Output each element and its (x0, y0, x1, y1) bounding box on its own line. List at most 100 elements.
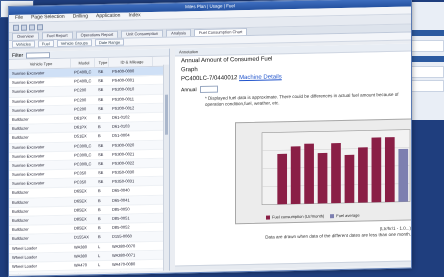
table-cell: D85EX (71, 215, 95, 224)
table-cell: D61-0103 (109, 122, 153, 131)
table-cell: Sunrise Excavator (9, 170, 71, 179)
tab-unit-consumption[interactable]: Unit Consumption (121, 30, 163, 38)
table-cell: D155AX (71, 234, 95, 243)
table-cell: PS300-0022 (109, 159, 153, 168)
table-cell: Sunrise Excavator (9, 151, 71, 160)
table-cell: D85-0050 (109, 205, 153, 214)
chart-pane-scrollbar[interactable] (175, 261, 411, 271)
forward-icon[interactable] (21, 24, 27, 30)
print-icon[interactable] (37, 24, 43, 30)
chart-bar (345, 155, 355, 203)
menu-item-file[interactable]: File (15, 15, 23, 22)
crumb-vehicles[interactable]: Vehicles (12, 40, 35, 47)
list-scrollbar[interactable] (163, 65, 169, 271)
chart-bar (385, 137, 395, 202)
table-cell: B (95, 132, 109, 140)
legend-label: Fuel average (336, 213, 359, 218)
table-cell: PC200 (71, 105, 95, 114)
table-cell: PS200-0012 (109, 104, 153, 113)
table-cell: SE (95, 178, 109, 186)
table-cell: SE (95, 160, 109, 168)
chart-footnote: (Ltr/hr/1 - 1.0...) Data are drawn when … (241, 226, 411, 242)
table-cell: L (95, 261, 109, 269)
table-cell: D65-0041 (109, 196, 153, 205)
tab-analysis[interactable]: Analysis (166, 29, 191, 37)
chart-bar (372, 137, 382, 202)
table-cell: Bulldozer (9, 188, 71, 197)
menu-item-application[interactable]: Application (96, 13, 120, 21)
table-cell: Bulldozer (9, 216, 71, 225)
table-cell: PC350 (71, 169, 95, 178)
table-cell: PC300LC (71, 160, 95, 169)
table-cell: Wheel Loader (9, 262, 71, 271)
tab-fuel-consumption-chart[interactable]: Fuel Consumption Chart (194, 28, 247, 36)
table-cell: D65-0040 (109, 186, 153, 195)
table-cell: PC200 (71, 87, 95, 96)
table-cell: D275-0090 (109, 269, 153, 274)
table-cell: SE (95, 95, 109, 103)
table-cell: Bulldozer (9, 234, 71, 243)
table-cell: SE (95, 77, 109, 85)
tab-operations-report[interactable]: Operations Report (76, 31, 119, 39)
table-cell: Sunrise Excavator (9, 142, 71, 151)
table-cell: D85EX (71, 206, 95, 215)
table-cell: Sunrise Excavator (9, 96, 71, 105)
table-cell: SE (95, 169, 109, 177)
home-icon[interactable] (29, 24, 35, 30)
tab-fuel-report[interactable]: Fuel Report (42, 32, 73, 40)
menu-item-drilling[interactable]: Drilling (73, 13, 88, 20)
period-dropdown[interactable] (200, 86, 218, 93)
table-cell: Sunrise Excavator (9, 161, 71, 170)
table-cell: PS300-0020 (109, 140, 153, 149)
table-cell: B (95, 114, 109, 122)
table-cell: D61-0102 (109, 113, 153, 122)
table-cell: PS350-0031 (109, 177, 153, 186)
table-cell: SE (95, 141, 109, 149)
table-cell: B (95, 123, 109, 131)
table-cell: Bulldozer (9, 271, 71, 274)
menu-item-page-selection[interactable]: Page Selection (31, 14, 65, 22)
table-cell: D65EX (71, 188, 95, 197)
table-cell: PC200 (71, 96, 95, 105)
tab-overview[interactable]: Overview (12, 32, 39, 40)
menu-item-index[interactable]: Index (128, 12, 140, 19)
chart-bar (277, 154, 287, 205)
table-cell: Sunrise Excavator (9, 87, 71, 96)
column-vehicle-type[interactable]: Vehicle Type (9, 59, 71, 69)
legend-item-average: Fuel average (330, 213, 359, 219)
table-cell: Bulldozer (9, 133, 71, 142)
scroll-thumb[interactable] (165, 95, 168, 135)
machine-id: PC400LC-7/0440012 (181, 75, 237, 82)
column-model[interactable]: Model (71, 58, 95, 68)
table-cell: Sunrise Excavator (9, 179, 71, 188)
fuel-chart-svg (236, 119, 411, 223)
column-type[interactable]: Type (95, 58, 109, 67)
table-cell: B (95, 233, 109, 241)
filter-input[interactable] (26, 52, 50, 59)
machine-details-link[interactable]: Machine Details (239, 74, 282, 81)
column-id-mileage[interactable]: ID & Mileage (109, 57, 153, 67)
table-cell: PS300-0021 (109, 150, 153, 159)
table-cell: Sunrise Excavator (9, 78, 71, 87)
table-cell: WA380-0070 (109, 242, 153, 251)
table-cell: SE (95, 151, 109, 159)
chart-bar (291, 146, 301, 204)
period-label: Annual (181, 87, 197, 93)
crumb-date-range[interactable]: Date Range (95, 39, 124, 47)
table-cell: Bulldozer (9, 124, 71, 133)
table-cell: PC400LC (71, 77, 95, 86)
table-cell: WA470 (71, 261, 95, 270)
table-cell: Bulldozer (9, 206, 71, 215)
back-icon[interactable] (13, 24, 19, 30)
table-cell: Bulldozer (9, 225, 71, 234)
vehicle-table-body: Sunrise ExcavatorPC400LCSEPS400-0000Sunr… (9, 67, 169, 274)
chart-bar (304, 144, 314, 204)
table-cell: Sunrise Excavator (9, 105, 71, 114)
table-cell: D275AX (71, 270, 95, 274)
crumb-vehicle-groups[interactable]: Vehicle Groups (57, 39, 92, 47)
table-cell: WA380-0071 (109, 251, 153, 260)
crumb-fuel[interactable]: Fuel (38, 40, 54, 47)
table-cell: B (95, 197, 109, 205)
chart-bar (358, 147, 368, 202)
table-cell: PC300LC (71, 142, 95, 151)
